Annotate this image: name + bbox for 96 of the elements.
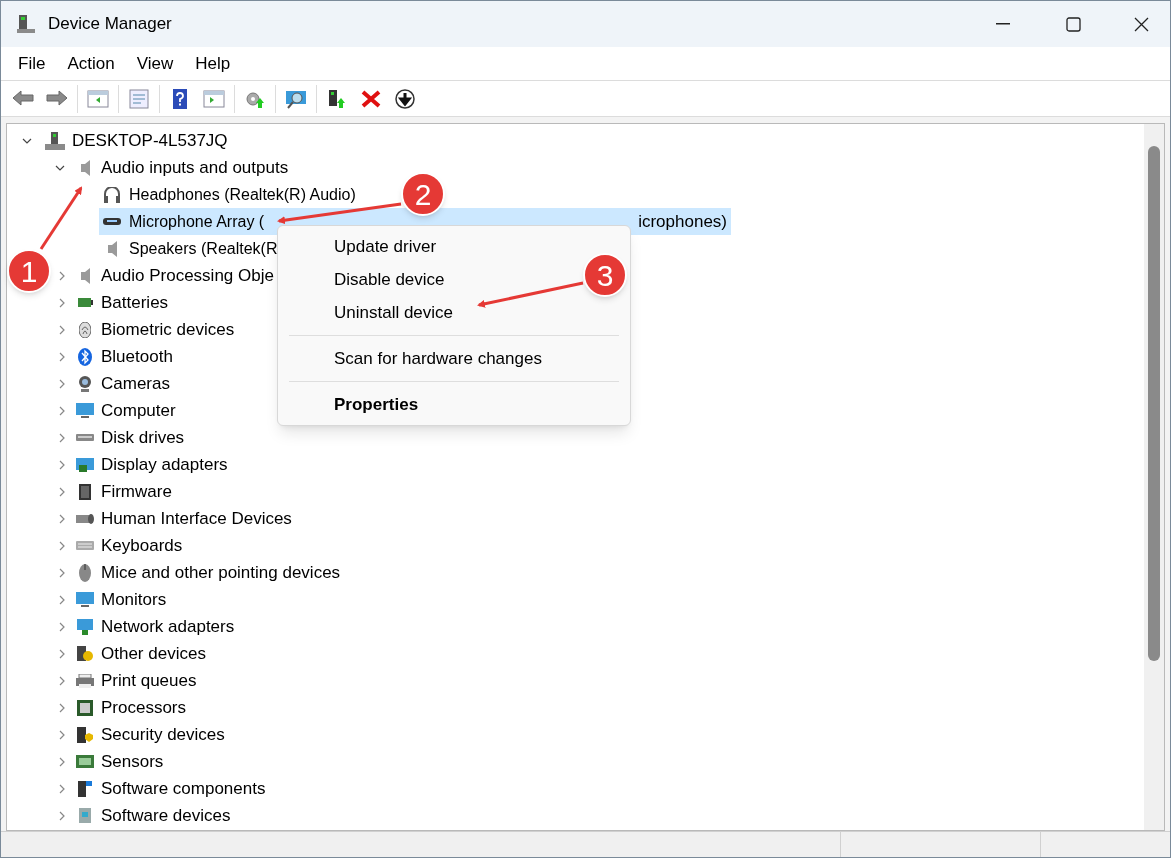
menu-item[interactable]: View: [125, 49, 185, 78]
expand-chevron-icon[interactable]: [59, 756, 65, 767]
monitor-icon: [76, 403, 94, 418]
context-menu-item[interactable]: Disable device: [334, 263, 445, 296]
tree-item-label[interactable]: Cameras: [101, 370, 170, 397]
tree-item-label[interactable]: Network adapters: [101, 613, 235, 640]
expand-chevron-icon[interactable]: [59, 810, 65, 821]
microphone-array-icon: [103, 218, 121, 225]
tree-item-label[interactable]: Audio inputs and outputs: [101, 154, 289, 181]
collapse-chevron-icon[interactable]: [55, 164, 65, 171]
speaker-icon: [80, 159, 90, 176]
tree-item-label[interactable]: Print queues: [101, 667, 197, 694]
expand-chevron-icon[interactable]: [59, 675, 65, 686]
expand-chevron-icon[interactable]: [59, 648, 65, 659]
scrollbar-thumb[interactable]: [1148, 146, 1160, 661]
window-panel-icon: [86, 87, 110, 110]
tree-item[interactable]: Speakers (Realtek(R: [99, 235, 278, 262]
tree-item-label: Microphone Array (: [129, 211, 265, 232]
download-icon: [393, 87, 417, 110]
monitor-icon: [76, 592, 94, 607]
scrollbar[interactable]: [1144, 124, 1164, 830]
minimize-icon: [996, 23, 1010, 25]
expand-chevron-icon[interactable]: [59, 432, 65, 443]
close-icon: [1133, 16, 1149, 32]
expand-chevron-icon[interactable]: [59, 324, 65, 335]
tree-item[interactable]: Headphones (Realtek(R) Audio): [99, 181, 356, 208]
computer-tower-icon: [44, 130, 66, 151]
tree-item-label[interactable]: Batteries: [101, 289, 169, 316]
printer-icon: [76, 673, 94, 688]
battery-icon: [77, 298, 93, 307]
tree-item-label[interactable]: Bluetooth: [101, 343, 173, 370]
expand-chevron-icon[interactable]: [59, 621, 65, 632]
chip-icon: [79, 483, 91, 500]
tree-item-label[interactable]: Software devices: [101, 802, 231, 829]
tree-item-label[interactable]: Display adapters: [101, 451, 228, 478]
tree-item-label[interactable]: Audio Processing Obje: [101, 262, 274, 289]
speaker-icon: [80, 267, 90, 284]
webcam-icon: [79, 375, 91, 392]
tree-item-label[interactable]: Monitors: [101, 586, 167, 613]
fingerprint-icon: [79, 321, 91, 338]
expand-chevron-icon[interactable]: [59, 513, 65, 524]
tree-item-label: Headphones (Realtek(R) Audio): [129, 184, 356, 205]
tree-item-label-tail: icrophones): [638, 210, 728, 233]
expand-chevron-icon[interactable]: [59, 270, 65, 281]
window-panel-icon: [202, 87, 226, 110]
tree-item-label[interactable]: Software components: [101, 775, 266, 802]
expand-chevron-icon[interactable]: [59, 783, 65, 794]
tree-item-label[interactable]: Security devices: [101, 721, 225, 748]
maximize-icon: [1065, 16, 1081, 32]
expand-chevron-icon[interactable]: [59, 351, 65, 362]
tree-item-label[interactable]: Disk drives: [101, 424, 185, 451]
keyboard-mouse-icon: [76, 513, 94, 524]
collapse-chevron-icon[interactable]: [22, 137, 32, 144]
headphones-icon: [104, 186, 120, 203]
expand-chevron-icon[interactable]: [59, 702, 65, 713]
window-title: Device Manager: [48, 13, 172, 36]
menu-item[interactable]: Action: [56, 49, 126, 78]
speaker-icon: [107, 240, 117, 257]
tree-item-label[interactable]: Human Interface Devices: [101, 505, 292, 532]
expand-chevron-icon[interactable]: [59, 378, 65, 389]
tree-item-label[interactable]: Biometric devices: [101, 316, 235, 343]
expand-chevron-icon[interactable]: [59, 594, 65, 605]
tree-item-label[interactable]: Sensors: [101, 748, 164, 775]
context-menu-item[interactable]: Uninstall device: [334, 296, 454, 329]
expand-chevron-icon[interactable]: [59, 405, 65, 416]
annotation-arrow: [39, 186, 83, 250]
processor-icon: [77, 699, 93, 716]
tree-item-label: Speakers (Realtek(R: [129, 238, 278, 259]
tree-item-label[interactable]: DESKTOP-4L537JQ: [72, 127, 228, 154]
tree-item-label[interactable]: Mice and other pointing devices: [101, 559, 341, 586]
expand-chevron-icon[interactable]: [59, 729, 65, 740]
expand-chevron-icon[interactable]: [59, 297, 65, 308]
mouse-icon: [79, 563, 91, 582]
tree-item-label[interactable]: Keyboards: [101, 532, 183, 559]
expand-chevron-icon[interactable]: [59, 486, 65, 497]
properties-sheet-icon: [127, 87, 151, 110]
context-menu-item[interactable]: Scan for hardware changes: [334, 342, 542, 375]
bluetooth-icon: [78, 347, 92, 366]
display-adapter-icon: [76, 457, 94, 472]
device-box-icon: [79, 808, 91, 823]
context-menu-item[interactable]: Properties: [334, 388, 419, 421]
tree-item-label[interactable]: Computer: [101, 397, 176, 424]
expand-chevron-icon[interactable]: [59, 459, 65, 470]
tree-item-label[interactable]: Firmware: [101, 478, 172, 505]
security-device-icon: [77, 726, 93, 743]
device-box-icon: [78, 780, 92, 797]
tree-item-label[interactable]: Other devices: [101, 640, 206, 667]
disk-drive-icon: [76, 434, 94, 441]
tree-item-label[interactable]: Processors: [101, 694, 187, 721]
menu-item[interactable]: Help: [184, 49, 242, 78]
network-icon: [77, 618, 93, 635]
keyboard-icon: [76, 541, 94, 550]
app-icon: [16, 14, 36, 34]
expand-chevron-icon[interactable]: [59, 540, 65, 551]
expand-chevron-icon[interactable]: [59, 567, 65, 578]
menu-item[interactable]: File: [7, 49, 57, 78]
